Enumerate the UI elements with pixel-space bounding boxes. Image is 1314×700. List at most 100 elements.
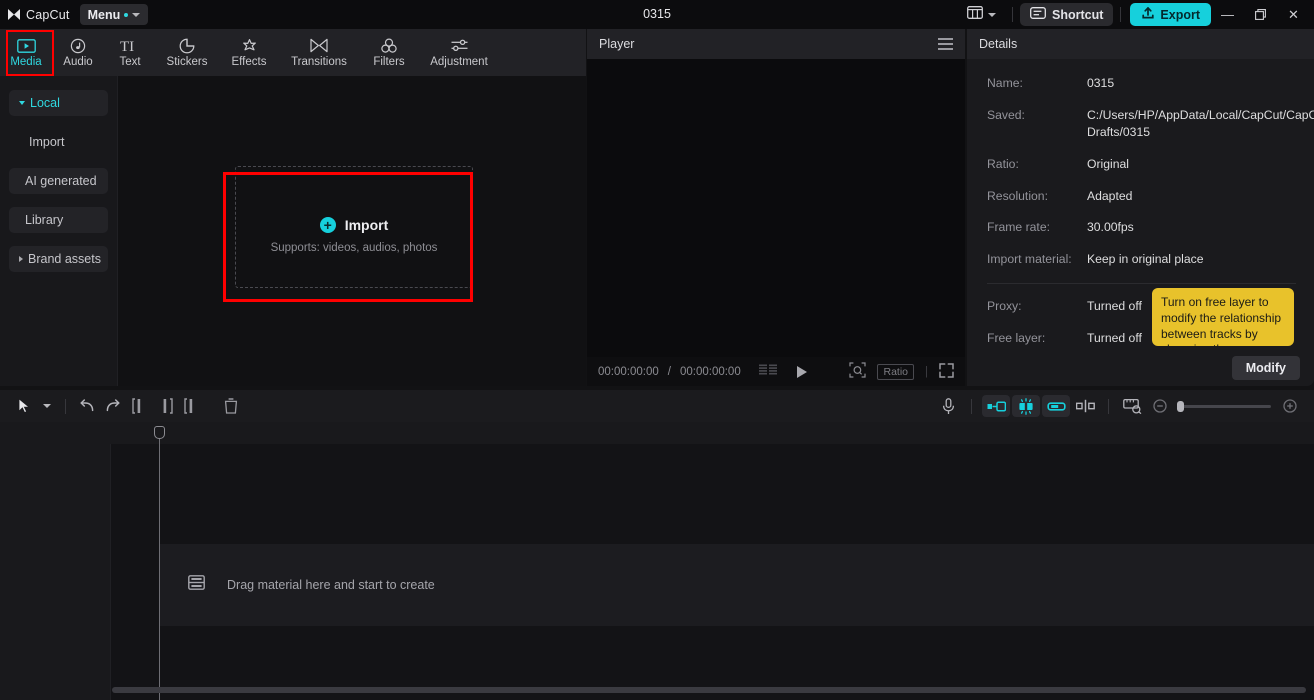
magnifier-crop-icon[interactable] xyxy=(849,362,867,381)
maximize-button[interactable] xyxy=(1244,0,1277,29)
split-icon[interactable] xyxy=(152,395,178,417)
sidebar-item-ai-generated[interactable]: AI generated xyxy=(9,168,108,194)
drop-zone-text: Drag material here and start to create xyxy=(227,578,435,592)
brand-name: CapCut xyxy=(26,7,70,22)
keyboard-icon xyxy=(1030,7,1046,22)
timeline-drop-zone[interactable]: Drag material here and start to create xyxy=(160,544,1314,626)
fullscreen-icon[interactable] xyxy=(939,362,954,381)
tab-text[interactable]: TI Text xyxy=(104,30,156,76)
close-button[interactable]: ✕ xyxy=(1277,0,1310,29)
row-key: Name: xyxy=(987,76,1023,90)
row-value: 30.00fps xyxy=(1087,220,1134,235)
details-row-saved: Saved: C:/Users/HP/AppData/Local/CapCut/… xyxy=(987,107,1314,142)
tab-label: Media xyxy=(10,56,42,68)
export-label: Export xyxy=(1160,7,1200,22)
total-time: 00:00:00:00 xyxy=(679,365,741,378)
tab-label: Transitions xyxy=(291,56,347,68)
menu-label: Menu xyxy=(87,7,121,22)
modify-button[interactable]: Modify xyxy=(1231,355,1300,380)
keyframe-ruler-icon[interactable] xyxy=(1119,395,1145,417)
playhead-handle[interactable] xyxy=(154,426,165,439)
tab-label: Adjustment xyxy=(430,56,488,68)
row-value: Adapted xyxy=(1087,188,1133,203)
media-sidebar: Local Import AI generated Library Brand … xyxy=(0,76,117,386)
tab-filters[interactable]: Filters xyxy=(358,30,420,76)
play-icon[interactable] xyxy=(796,365,807,378)
divider xyxy=(1012,7,1014,22)
tab-label: Filters xyxy=(373,56,405,68)
divider xyxy=(1108,398,1109,414)
row-key: Frame rate: xyxy=(987,220,1050,235)
timeline-horizontal-scrollbar[interactable] xyxy=(112,687,1306,693)
minimize-button[interactable]: — xyxy=(1211,0,1244,29)
title-bar: CapCut Menu 0315 Shortcut Export — ✕ xyxy=(0,0,1314,29)
tab-label: Audio xyxy=(63,56,93,68)
chevron-down-icon xyxy=(132,12,141,17)
trim-left-icon[interactable] xyxy=(126,395,152,417)
ratio-button[interactable]: Ratio xyxy=(877,363,914,380)
frame-toggle-icon[interactable] xyxy=(758,364,778,380)
details-footer: Modify xyxy=(967,349,1314,386)
details-row-resolution: Resolution: Adapted xyxy=(987,188,1296,206)
sparkle-star-icon xyxy=(241,37,258,54)
tab-audio[interactable]: Audio xyxy=(52,30,104,76)
sidebar-item-import[interactable]: Import xyxy=(9,129,108,155)
layout-button[interactable] xyxy=(958,3,1005,27)
cursor-arrow-icon[interactable] xyxy=(11,395,37,417)
filters-rings-icon xyxy=(380,37,398,54)
redo-icon[interactable] xyxy=(100,395,126,417)
timeline-tracks[interactable]: Drag material here and start to create xyxy=(160,444,1314,700)
chevron-down-icon xyxy=(19,101,25,105)
row-value: 0315 xyxy=(1087,76,1115,90)
chevron-down-icon xyxy=(988,12,997,17)
trim-right-icon[interactable] xyxy=(178,395,204,417)
divider xyxy=(987,282,1296,284)
tab-media[interactable]: Media xyxy=(0,30,52,76)
tab-effects[interactable]: Effects xyxy=(218,30,280,76)
tab-adjustment[interactable]: Adjustment xyxy=(420,30,498,76)
microphone-icon[interactable] xyxy=(935,395,961,417)
clip-split-marker-icon[interactable] xyxy=(1072,395,1098,417)
player-title: Player xyxy=(599,37,635,51)
undo-icon[interactable] xyxy=(74,395,100,417)
row-key: Free layer: xyxy=(987,330,1046,345)
timeline-ruler[interactable] xyxy=(110,422,1314,444)
capcut-logo-icon xyxy=(7,8,21,21)
menu-button[interactable]: Menu xyxy=(79,4,149,25)
divider xyxy=(1120,7,1122,22)
details-header: Details xyxy=(967,29,1314,59)
clip-magnetic-icon[interactable] xyxy=(1012,395,1040,417)
tab-transitions[interactable]: Transitions xyxy=(280,30,358,76)
clip-attach-left-icon[interactable] xyxy=(982,395,1010,417)
row-key: Saved: xyxy=(987,107,1025,122)
shortcut-label: Shortcut xyxy=(1052,7,1104,22)
film-strip-icon xyxy=(188,575,205,595)
sticker-circle-icon xyxy=(179,37,195,54)
shortcut-button[interactable]: Shortcut xyxy=(1020,3,1114,26)
export-button[interactable]: Export xyxy=(1130,3,1211,26)
sidebar-item-local[interactable]: Local xyxy=(9,90,108,116)
divider xyxy=(971,398,972,414)
chevron-down-icon[interactable] xyxy=(37,395,57,417)
media-play-rect-icon xyxy=(16,37,36,54)
player-preview-stage[interactable] xyxy=(587,59,965,357)
zoom-out-icon[interactable] xyxy=(1147,395,1173,417)
tab-stickers[interactable]: Stickers xyxy=(156,30,218,76)
timeline-zoom-slider[interactable] xyxy=(1177,400,1271,412)
row-value: Keep in original place xyxy=(1087,252,1204,267)
sidebar-item-library[interactable]: Library xyxy=(9,207,108,233)
import-annotation-box xyxy=(223,172,473,302)
time-separator: / xyxy=(667,365,671,378)
zoom-in-icon[interactable] xyxy=(1277,395,1303,417)
tab-label: Text xyxy=(119,56,141,68)
timeline-area[interactable]: Drag material here and start to create xyxy=(0,422,1314,700)
music-note-icon xyxy=(70,37,86,54)
sliders-icon xyxy=(450,37,469,54)
sidebar-item-brand-assets[interactable]: Brand assets xyxy=(9,246,108,272)
trash-icon[interactable] xyxy=(218,395,244,417)
clip-link-icon[interactable] xyxy=(1042,395,1070,417)
row-value: Original xyxy=(1087,157,1129,172)
hamburger-icon[interactable] xyxy=(938,38,953,50)
zoom-slider-handle[interactable] xyxy=(1177,400,1184,412)
row-key: Resolution: xyxy=(987,188,1048,203)
